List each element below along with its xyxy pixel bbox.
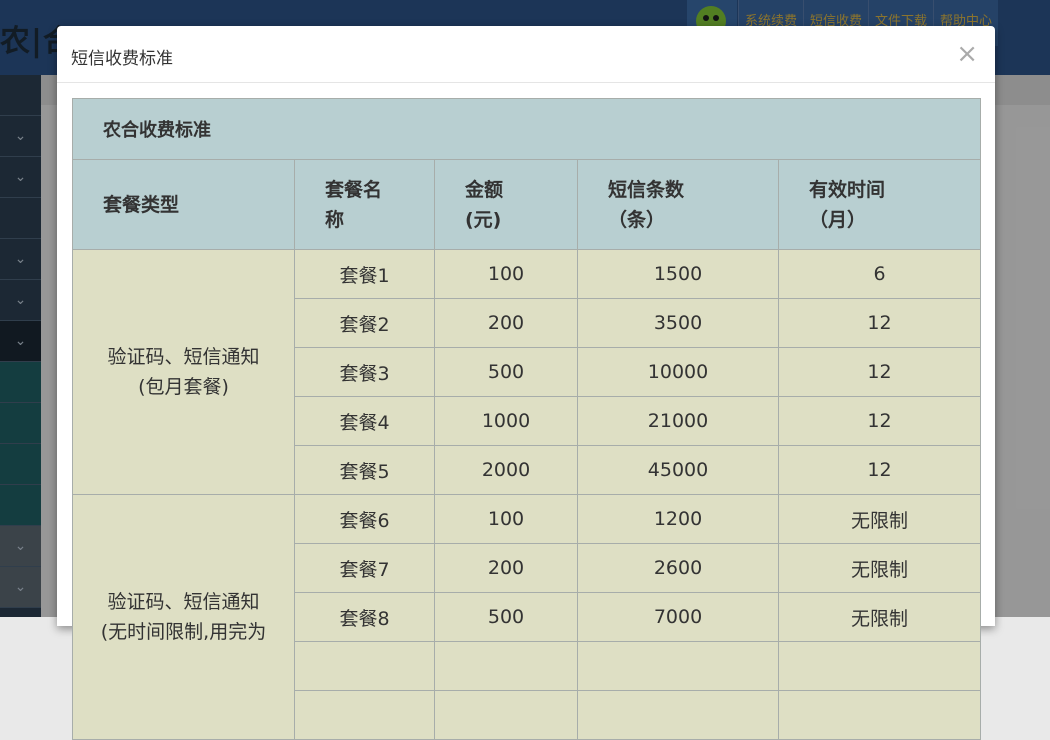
header-amount: 金额 (元) [434, 159, 578, 250]
package-amount: 200 [434, 543, 578, 593]
package-duration: 12 [777, 298, 982, 348]
table-cell-empty [777, 690, 982, 740]
package-duration: 12 [777, 347, 982, 397]
table-cell-empty [294, 641, 435, 691]
package-count: 10000 [577, 347, 779, 397]
package-name: 套餐7 [294, 543, 435, 593]
package-amount: 500 [434, 347, 578, 397]
package-count: 3500 [577, 298, 779, 348]
package-count: 1500 [577, 249, 779, 299]
package-duration: 无限制 [777, 592, 982, 642]
sms-fee-modal: 短信收费标准 × 农合收费标准 套餐类型 套餐名称 金额 (元) 短信条数 （条） … [57, 26, 995, 740]
package-name: 套餐6 [294, 494, 435, 544]
package-name: 套餐4 [294, 396, 435, 446]
package-amount: 100 [434, 249, 578, 299]
package-duration: 无限制 [777, 543, 982, 593]
package-duration: 无限制 [777, 494, 982, 544]
package-name: 套餐8 [294, 592, 435, 642]
modal-body: 农合收费标准 套餐类型 套餐名称 金额 (元) 短信条数 （条） 有效时间 （月） 验… [57, 83, 995, 740]
header-type-text: 套餐类型 [103, 193, 180, 216]
table-header-row: 套餐类型 套餐名称 金额 (元) 短信条数 （条） 有效时间 （月） [72, 159, 982, 250]
header-duration: 有效时间 （月） [777, 159, 982, 250]
table-row: 验证码、短信通知 (包月套餐) 套餐1 100 1500 6 [72, 249, 982, 495]
package-type-line1: 验证码、短信通知 [107, 346, 260, 368]
header-count-line2: （条） [608, 208, 666, 231]
package-type-line2: (包月套餐) [138, 376, 229, 398]
package-name: 套餐5 [294, 445, 435, 495]
table-cell-empty [577, 641, 779, 691]
package-type-line2: (无时间限制,用完为 [100, 621, 267, 643]
header-amount-line2: (元) [465, 208, 502, 231]
header-type: 套餐类型 [72, 159, 295, 250]
table-cell-empty [777, 641, 982, 691]
table-cell-empty [294, 690, 435, 740]
table-cell-empty [577, 690, 779, 740]
package-count: 21000 [577, 396, 779, 446]
package-count: 45000 [577, 445, 779, 495]
header-amount-line1: 金额 [465, 178, 504, 201]
table-caption-row: 农合收费标准 [71, 98, 982, 160]
header-name: 套餐名称 [294, 159, 435, 250]
header-duration-line2: （月） [809, 208, 867, 231]
package-count: 1200 [577, 494, 779, 544]
modal-header: 短信收费标准 × [57, 26, 995, 83]
package-amount: 2000 [434, 445, 578, 495]
header-count: 短信条数 （条） [577, 159, 779, 250]
table-cell-empty [434, 690, 578, 740]
modal-title: 短信收费标准 [71, 49, 173, 69]
header-count-line1: 短信条数 [608, 178, 685, 201]
package-name: 套餐3 [294, 347, 435, 397]
package-amount: 200 [434, 298, 578, 348]
table-row: 验证码、短信通知 (无时间限制,用完为 套餐6 100 1200 无限制 [72, 494, 982, 740]
package-duration: 12 [777, 396, 982, 446]
package-count: 2600 [577, 543, 779, 593]
close-icon[interactable]: × [956, 40, 978, 68]
package-amount: 500 [434, 592, 578, 642]
header-name-line2: 称 [325, 208, 345, 231]
header-duration-line1: 有效时间 [809, 178, 886, 201]
package-name: 套餐1 [294, 249, 435, 299]
package-amount: 1000 [434, 396, 578, 446]
package-duration: 6 [777, 249, 982, 299]
package-count: 7000 [577, 592, 779, 642]
package-type-cell: 验证码、短信通知 (无时间限制,用完为 [72, 494, 295, 740]
package-name: 套餐2 [294, 298, 435, 348]
package-duration: 12 [777, 445, 982, 495]
fee-table: 农合收费标准 套餐类型 套餐名称 金额 (元) 短信条数 （条） 有效时间 （月） 验… [71, 98, 982, 740]
package-type-cell: 验证码、短信通知 (包月套餐) [72, 249, 295, 495]
package-type-line1: 验证码、短信通知 [107, 591, 260, 613]
table-caption: 农合收费标准 [71, 98, 982, 160]
header-name-line1: 套餐名 [325, 178, 383, 201]
table-cell-empty [434, 641, 578, 691]
package-amount: 100 [434, 494, 578, 544]
